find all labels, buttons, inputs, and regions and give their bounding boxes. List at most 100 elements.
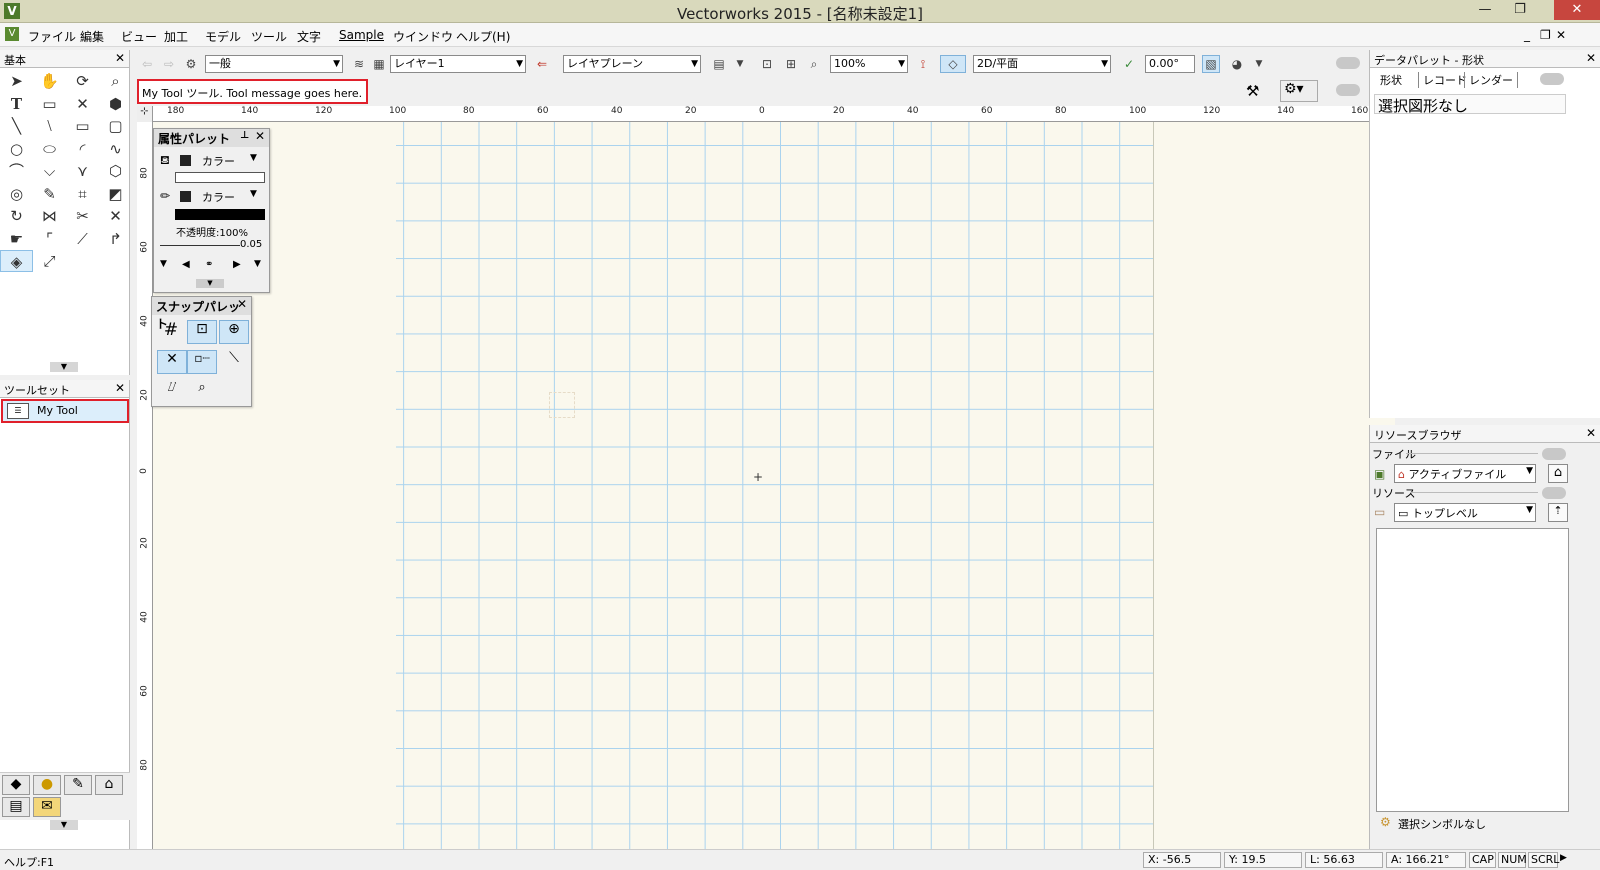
line-weight-bar[interactable] bbox=[160, 245, 240, 247]
pin-icon[interactable]: ⊥ bbox=[240, 130, 249, 141]
pen-dropdown-icon[interactable]: ▼ bbox=[250, 189, 257, 199]
marker-start-icon[interactable]: ▼ bbox=[160, 259, 167, 269]
fit-page-icon[interactable]: ⊞ bbox=[782, 55, 800, 73]
plane-dropdown[interactable]: レイヤプレーン ▼ bbox=[563, 55, 701, 73]
pen-icon[interactable]: ✏ bbox=[160, 189, 170, 203]
class-icon[interactable]: ⚙ bbox=[182, 55, 200, 73]
flyover-tool-icon[interactable]: ⟳ bbox=[66, 70, 99, 92]
close-button[interactable]: ✕ bbox=[1554, 0, 1600, 20]
flip-icon[interactable]: ⟟ bbox=[914, 55, 932, 73]
snap-object-icon[interactable]: ⊡ bbox=[187, 320, 217, 344]
marker-end-icon[interactable]: ▼ bbox=[254, 259, 261, 269]
file-menu-icon[interactable] bbox=[1542, 448, 1566, 460]
menu-sample[interactable]: Sample bbox=[339, 28, 384, 42]
doc-minimize-button[interactable]: _ bbox=[1524, 28, 1530, 42]
polygon-tool-icon[interactable]: ⌵ bbox=[33, 160, 66, 182]
pan-tool-icon[interactable]: ✋ bbox=[33, 70, 66, 92]
line-weight-label[interactable]: 0.05 bbox=[240, 239, 262, 250]
home-button[interactable]: ⌂ bbox=[1548, 464, 1568, 483]
close-icon[interactable]: ✕ bbox=[1586, 51, 1596, 65]
line-tool-icon[interactable]: ╲ bbox=[0, 115, 33, 137]
fill-swatch[interactable] bbox=[180, 155, 191, 166]
drawing-canvas[interactable]: + bbox=[153, 122, 1395, 849]
snap-smart-edge-icon[interactable]: ⌰ bbox=[157, 380, 187, 404]
menu-tools[interactable]: ツール bbox=[251, 28, 287, 45]
close-icon[interactable]: ✕ bbox=[115, 381, 125, 395]
close-icon[interactable]: ✕ bbox=[115, 51, 125, 65]
double-polygon-tool-icon[interactable]: ⋎ bbox=[66, 160, 99, 182]
class-dropdown[interactable]: 一般 ▼ bbox=[205, 55, 343, 73]
custom-toolset-icon[interactable]: ✉ bbox=[33, 797, 61, 817]
selection-tool-icon[interactable]: ➤ bbox=[0, 70, 33, 92]
zoom-dropdown[interactable]: 100% ▼ bbox=[830, 55, 908, 73]
layers-icon[interactable]: ≋ bbox=[350, 55, 368, 73]
resource-list[interactable] bbox=[1376, 528, 1569, 812]
crop-tool-icon[interactable]: ⌗ bbox=[66, 183, 99, 205]
3d-locus-tool-icon[interactable]: ⬢ bbox=[99, 93, 132, 115]
fill-style-label[interactable]: カラー bbox=[202, 153, 235, 169]
snap-intersection-icon[interactable]: ✕ bbox=[157, 350, 187, 374]
split-tool-icon[interactable]: ✂ bbox=[66, 205, 99, 227]
menu-window[interactable]: ウインドウ bbox=[393, 28, 453, 45]
fill-color-bar[interactable] bbox=[175, 172, 265, 183]
menu-edit[interactable]: 編集 bbox=[80, 28, 104, 45]
toolbar-collapse-icon[interactable] bbox=[1336, 57, 1360, 69]
menu-help[interactable]: ヘルプ(H) bbox=[456, 28, 510, 45]
expand-palette-icon[interactable]: ▼ bbox=[50, 362, 78, 372]
projection-menu-icon[interactable]: ▼ bbox=[1250, 55, 1268, 73]
zoom-icon[interactable]: ⌕ bbox=[805, 55, 823, 73]
data-palette-menu-icon[interactable] bbox=[1540, 73, 1564, 85]
render-mode-icon[interactable]: ▧ bbox=[1202, 55, 1220, 73]
arrow-left-icon[interactable]: ◀ bbox=[182, 259, 190, 270]
pen-color-bar[interactable] bbox=[175, 209, 265, 220]
eyedropper-tool-icon[interactable]: ✎ bbox=[33, 183, 66, 205]
status-arrow-icon[interactable]: ▶ bbox=[1560, 853, 1567, 863]
chamfer-tool-icon[interactable]: ⟋ bbox=[66, 228, 99, 250]
page-icon[interactable]: ▤ bbox=[710, 55, 728, 73]
lighting-toolset-icon[interactable]: ● bbox=[33, 775, 61, 795]
expand-toolset-icon[interactable]: ▼ bbox=[50, 820, 78, 830]
fit-objects-icon[interactable]: ⊡ bbox=[758, 55, 776, 73]
mirror-tool-icon[interactable]: ⋈ bbox=[33, 205, 66, 227]
close-icon[interactable]: ✕ bbox=[237, 297, 247, 311]
projection-icon[interactable]: ◕ bbox=[1228, 55, 1246, 73]
spiral-tool-icon[interactable]: ◎ bbox=[0, 183, 33, 205]
tab-record[interactable]: レコード bbox=[1418, 72, 1467, 88]
page-menu-icon[interactable]: ▼ bbox=[731, 55, 749, 73]
back-icon[interactable]: ⇦ bbox=[138, 55, 156, 73]
menu-file[interactable]: ファイル bbox=[28, 28, 76, 45]
menu-modify[interactable]: 加工 bbox=[164, 28, 188, 45]
attribute-mapping-tool-icon[interactable]: ◩ bbox=[99, 183, 132, 205]
close-icon[interactable]: ✕ bbox=[1586, 426, 1596, 440]
dims-toolset-icon[interactable]: ✎ bbox=[64, 775, 92, 795]
regular-polygon-tool-icon[interactable]: ⬡ bbox=[99, 160, 132, 182]
snap-angle-icon[interactable]: ⊕ bbox=[219, 320, 249, 344]
polyline-tool-icon[interactable]: ⌒ bbox=[0, 160, 33, 182]
trim-tool-icon[interactable]: ✕ bbox=[99, 205, 132, 227]
tab-shape[interactable]: 形状 bbox=[1380, 72, 1402, 88]
freehand-tool-icon[interactable]: ∿ bbox=[99, 138, 132, 160]
eraser-tool-icon[interactable]: ◈ bbox=[0, 250, 33, 272]
resource-dropdown[interactable]: ▭ トップレベル ▼ bbox=[1394, 503, 1536, 522]
working-plane-icon[interactable]: ✓ bbox=[1120, 55, 1138, 73]
dimension-tool-icon[interactable]: ⤢ bbox=[33, 250, 66, 272]
visualization-toolset-icon[interactable]: ◆ bbox=[2, 775, 30, 795]
close-icon[interactable]: ✕ bbox=[255, 129, 265, 143]
link-icon[interactable]: ⚭ bbox=[205, 259, 213, 270]
resource-menu-icon[interactable] bbox=[1542, 487, 1566, 499]
text-tool-icon[interactable]: T bbox=[0, 93, 33, 115]
ruler-origin-icon[interactable]: ⊹ bbox=[137, 106, 153, 122]
layer-dropdown[interactable]: レイヤー1 ▼ bbox=[390, 55, 526, 73]
menu-view[interactable]: ビュー bbox=[121, 28, 157, 45]
layer-options-icon[interactable]: ▦ bbox=[370, 55, 388, 73]
minimize-button[interactable]: — bbox=[1470, 0, 1500, 20]
circle-tool-icon[interactable]: ○ bbox=[0, 138, 33, 160]
oval-tool-icon[interactable]: ⬭ bbox=[33, 138, 66, 160]
forward-icon[interactable]: ⇨ bbox=[160, 55, 178, 73]
snap-grid-icon[interactable]: # bbox=[157, 320, 185, 344]
snap-distance-icon[interactable]: ▫┈ bbox=[187, 350, 217, 374]
arc-tool-icon[interactable]: ◜ bbox=[66, 138, 99, 160]
fill-bucket-icon[interactable]: ⛾ bbox=[160, 153, 170, 169]
arrow-right-icon[interactable]: ▶ bbox=[233, 259, 241, 270]
rotate-tool-icon[interactable]: ↻ bbox=[0, 205, 33, 227]
